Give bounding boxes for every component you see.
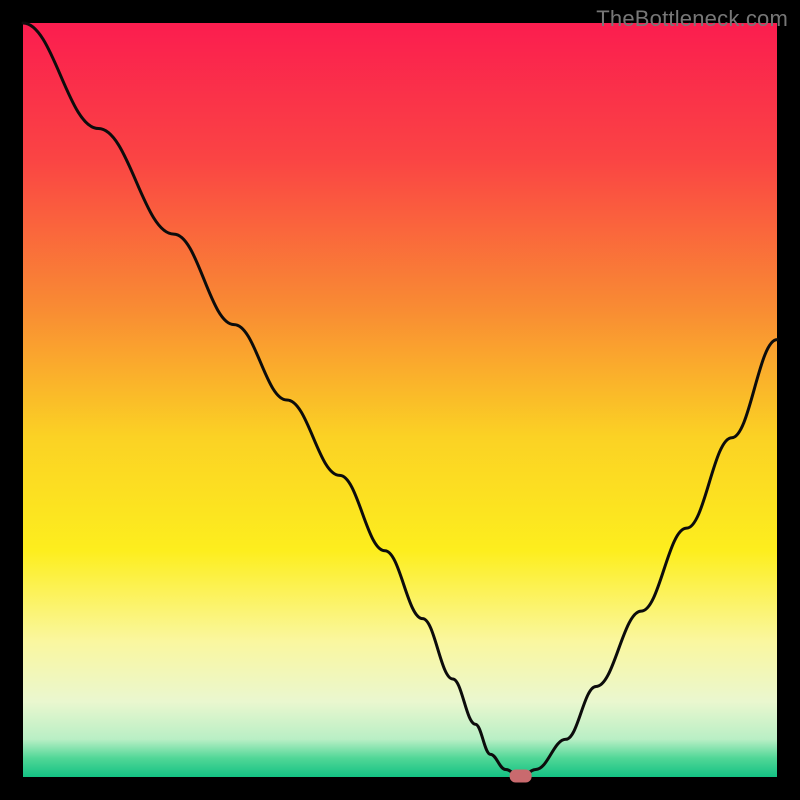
axis-bottom — [0, 777, 800, 800]
axis-right — [777, 0, 800, 800]
bottleneck-chart — [0, 0, 800, 800]
optimum-marker — [510, 770, 532, 783]
chart-container: TheBottleneck.com — [0, 0, 800, 800]
gradient-background — [23, 23, 777, 777]
watermark-text: TheBottleneck.com — [596, 6, 788, 32]
axis-left — [0, 0, 23, 800]
